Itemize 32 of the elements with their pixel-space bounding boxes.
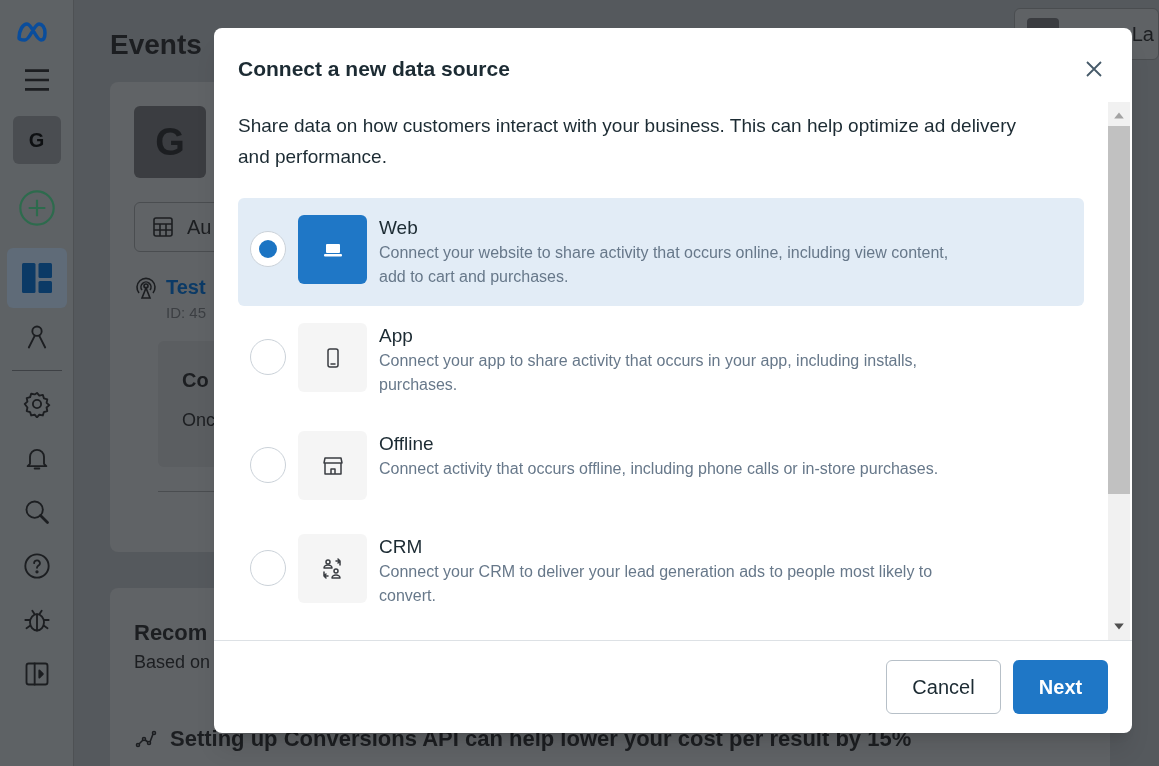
recommendation-title: Recom	[134, 619, 208, 647]
option-title: App	[379, 324, 414, 348]
source-option[interactable]: App Connect your app to share activity that occurs in your app, including installs, purchases.	[238, 306, 1084, 414]
dashboard-tab[interactable]	[6, 248, 67, 308]
notice-text: Onc	[182, 408, 215, 432]
signal-tower-icon	[134, 276, 158, 300]
option-description: Connect your CRM to deliver your lead generation ads to people most likely to convert.	[379, 562, 934, 606]
radio-button[interactable]	[250, 231, 286, 267]
notice-title: Co	[182, 367, 209, 393]
option-description: Connect your website to share activity that occurs online, including view content, add to cart and purchases.	[379, 243, 950, 287]
source-option[interactable]: Web Connect your website to share activity that occurs online, including view content, add to cart and purchases.	[238, 198, 1084, 306]
option-title: Web	[379, 216, 419, 240]
source-option[interactable]: Offline Connect activity that occurs offline, including phone calls or in-store purchases.	[238, 414, 1084, 517]
dialog-title: Connect a new data source	[238, 56, 510, 83]
option-title: CRM	[379, 535, 424, 559]
recommendation-subtitle: Based on	[134, 651, 211, 674]
next-button[interactable]: Next	[1013, 660, 1108, 714]
close-icon	[1084, 59, 1104, 79]
page-title: Events	[110, 28, 202, 62]
radio-button[interactable]	[250, 550, 286, 586]
radio-button[interactable]	[250, 447, 286, 483]
table-icon	[151, 215, 175, 239]
radio-button[interactable]	[250, 339, 286, 375]
cancel-button[interactable]: Cancel	[886, 660, 1001, 714]
option-description: Connect your app to share activity that occurs in your app, including installs, purchases.	[379, 351, 919, 395]
source-option[interactable]: CRM Connect your CRM to deliver your lead generation ads to people most likely to convert.	[238, 517, 1084, 625]
option-title: Offline	[379, 432, 435, 456]
help-icon[interactable]	[22, 552, 51, 580]
settings-icon[interactable]	[22, 390, 51, 418]
dialog-intro: Share data on how customers interact with your business. This can help optimize ad delivery and performance.	[238, 114, 1017, 169]
option-description: Connect activity that occurs offline, including phone calls or in-store purchases.	[379, 459, 939, 479]
scrollbar[interactable]	[1108, 102, 1130, 640]
